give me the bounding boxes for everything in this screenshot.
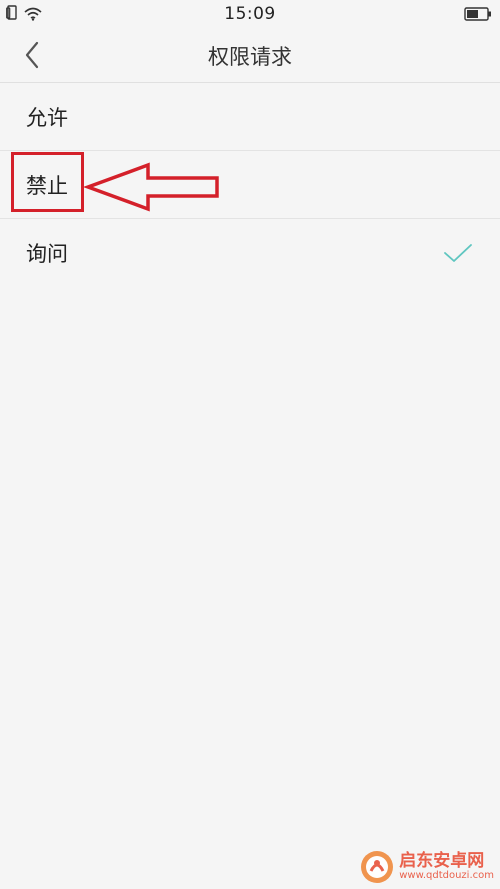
watermark: 启东安卓网 www.qdtdouzi.com (359, 849, 494, 885)
watermark-name: 启东安卓网 (399, 850, 485, 871)
page-title: 权限请求 (208, 45, 292, 69)
watermark-url: www.qdtdouzi.com (399, 869, 494, 881)
option-label: 禁止 (26, 173, 68, 198)
option-label: 允许 (26, 105, 68, 130)
header: 权限请求 (0, 28, 500, 83)
status-bar: 15:09 (0, 0, 500, 28)
option-deny[interactable]: 禁止 (0, 151, 500, 219)
option-allow[interactable]: 允许 (0, 83, 500, 151)
status-time: 15:09 (224, 4, 276, 24)
battery-icon (464, 6, 492, 25)
permission-options-list: 允许 禁止 询问 (0, 83, 500, 286)
check-icon (444, 243, 472, 262)
watermark-logo-icon (361, 851, 394, 883)
option-ask[interactable]: 询问 (0, 219, 500, 286)
option-label: 询问 (26, 241, 68, 266)
